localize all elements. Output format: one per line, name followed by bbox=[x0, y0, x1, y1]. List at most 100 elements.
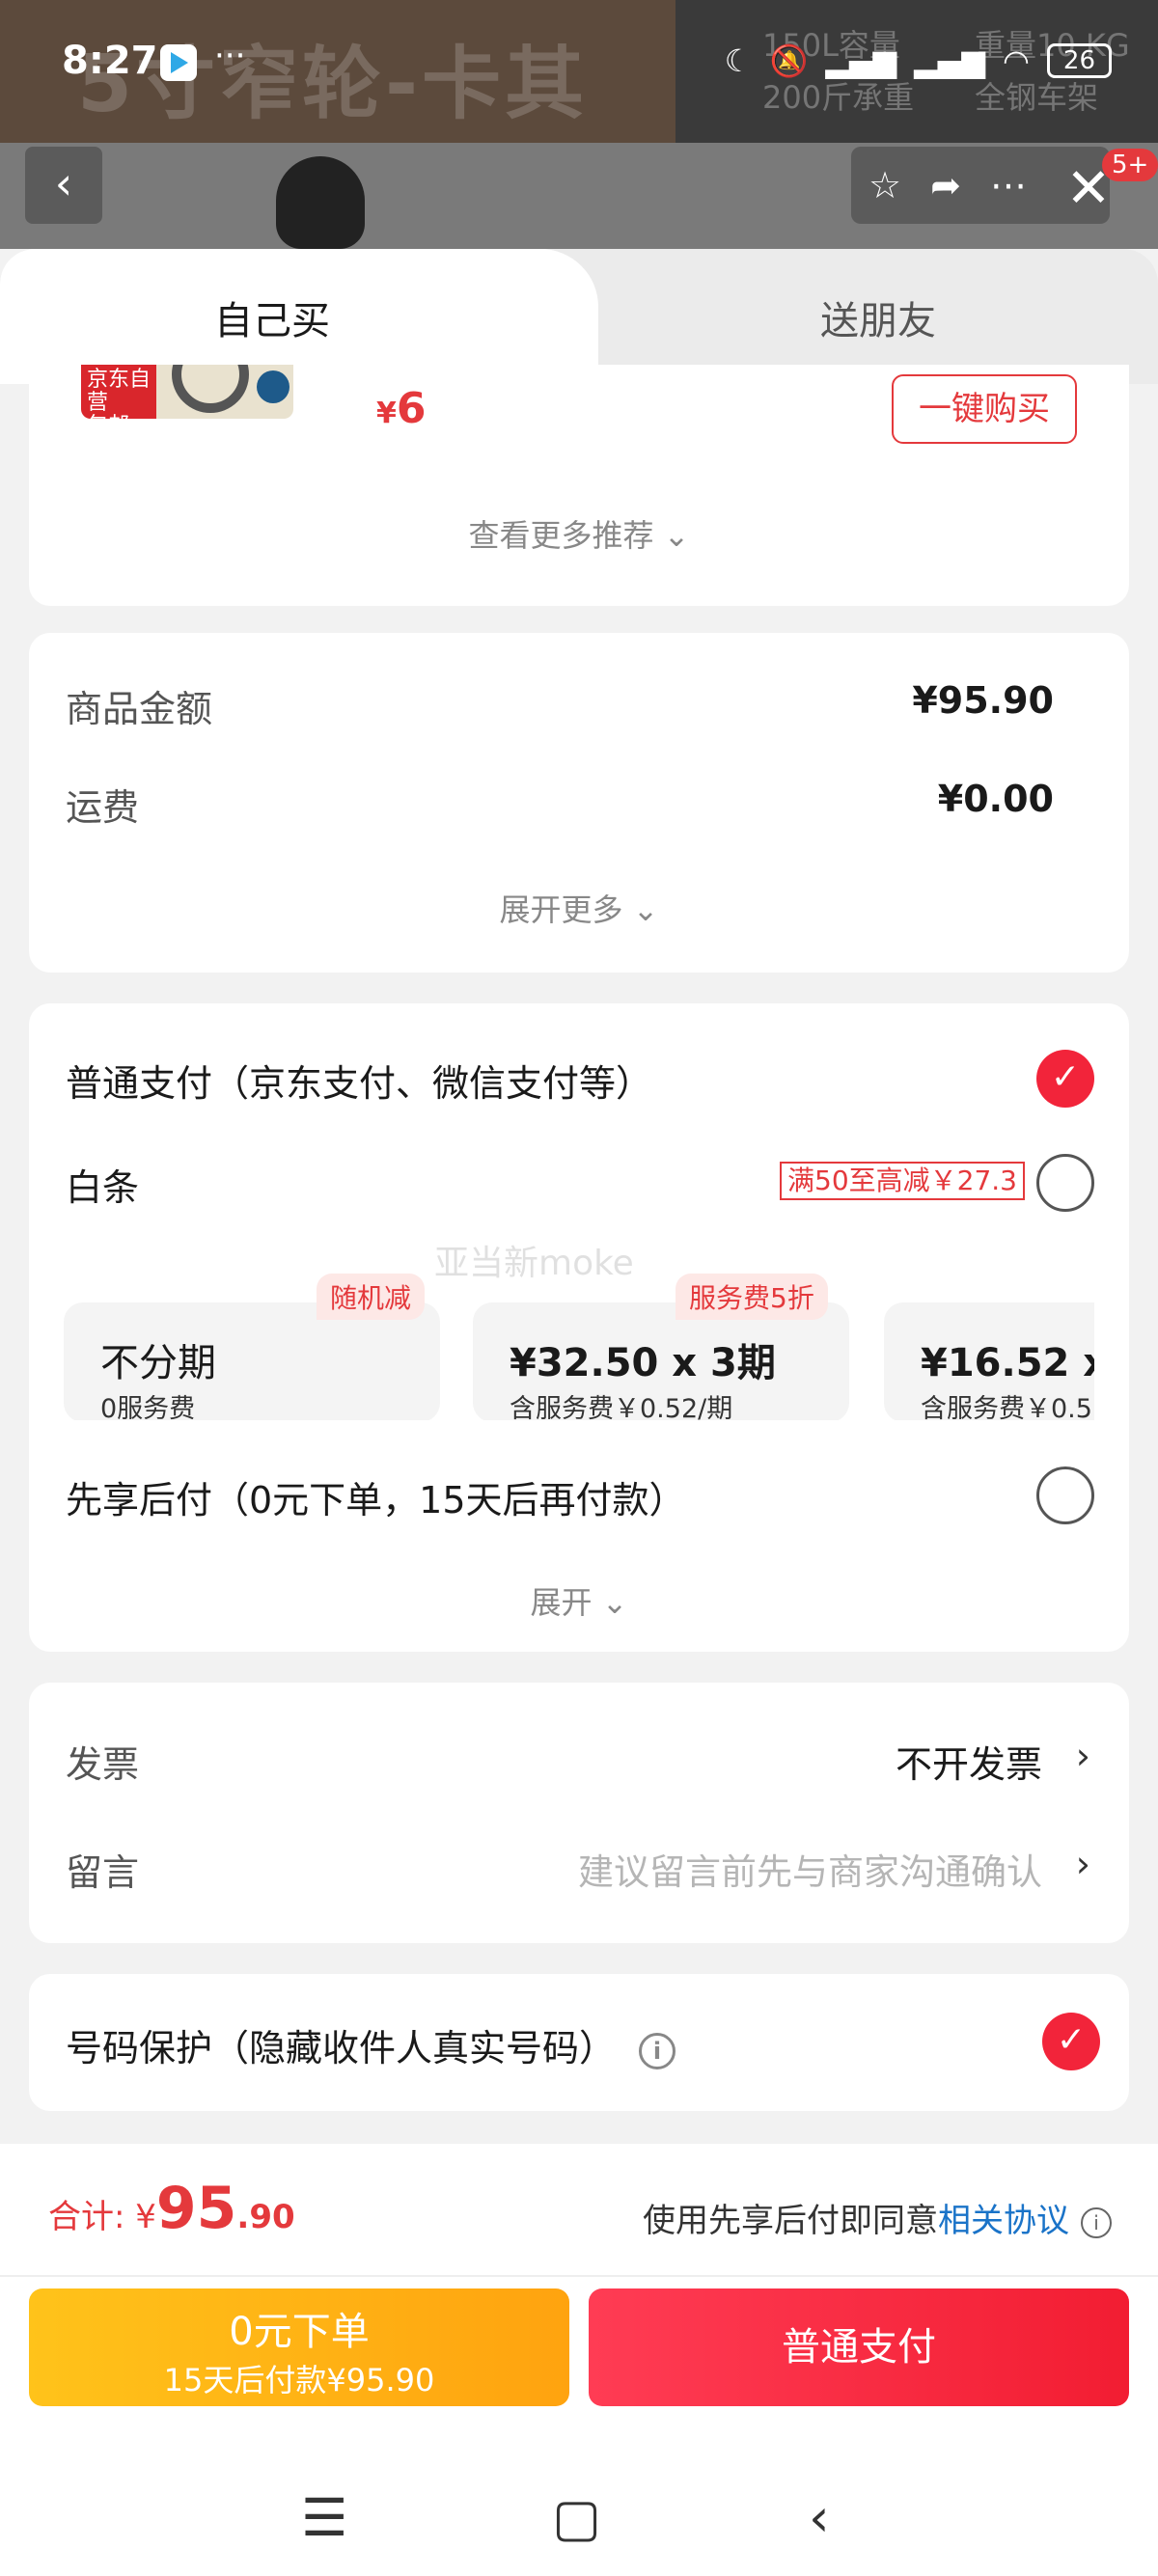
expand-more-link[interactable]: 展开更多 ⌄ bbox=[29, 886, 1129, 930]
tab-label: 自己买 bbox=[214, 299, 330, 343]
info-icon[interactable]: i bbox=[639, 2032, 676, 2069]
pay-later-title: 0元下单 bbox=[229, 2310, 370, 2354]
message-label: 留言 bbox=[66, 1851, 140, 1894]
battery-icon: 26 bbox=[1046, 43, 1112, 78]
recommend-thumbnail[interactable]: 京东自营包邮 bbox=[81, 365, 293, 419]
shipping-value: ¥0.00 bbox=[937, 778, 1054, 820]
number-protection-card: 号码保护（隐藏收件人真实号码） i ✓ bbox=[29, 1974, 1129, 2111]
agreement-link[interactable]: 相关协议 bbox=[938, 2202, 1069, 2240]
baitiao-label: 白条 bbox=[66, 1166, 140, 1209]
pay-later-subtitle: 15天后付款¥95.90 bbox=[163, 2362, 435, 2398]
invoice-value: 不开发票 bbox=[895, 1743, 1042, 1786]
plan-title: ¥16.52 x 6期 bbox=[921, 1341, 1094, 1385]
message-row[interactable]: 留言 建议留言前先与商家沟通确认 › bbox=[66, 1843, 1092, 1896]
back-icon[interactable]: ‹ bbox=[25, 147, 102, 224]
background-spec: 200斤承重 bbox=[762, 79, 915, 116]
pay-later-button[interactable]: 0元下单 15天后付款¥95.90 bbox=[29, 2288, 569, 2406]
more-icon[interactable]: ⋯ bbox=[990, 164, 1027, 206]
goods-amount-row: 商品金额 ¥95.90 bbox=[66, 679, 1092, 732]
plan-tag: 服务费5折 bbox=[676, 1274, 828, 1320]
recommend-price: ¥6 bbox=[376, 384, 427, 433]
thumb-tag: 京东自营 bbox=[87, 368, 152, 415]
total-label: 合计: ¥ bbox=[48, 2198, 156, 2236]
number-protection-row[interactable]: 号码保护（隐藏收件人真实号码） i bbox=[66, 2018, 1092, 2071]
normal-payment-checkbox[interactable]: ✓ bbox=[1036, 1050, 1094, 1108]
plan-option-no-installment[interactable]: 随机减 不分期 0服务费 bbox=[64, 1274, 440, 1420]
tab-label: 送朋友 bbox=[820, 299, 936, 343]
shipping-label: 运费 bbox=[66, 786, 140, 829]
background-spec: 全钢车架 bbox=[975, 79, 1099, 116]
thumb-tag: 包邮 bbox=[87, 414, 129, 420]
signal-icon-2: ▂▄▆ bbox=[914, 42, 985, 79]
normal-pay-button[interactable]: 普通支付 bbox=[589, 2288, 1129, 2406]
agreement-prefix: 使用先享后付即同意 bbox=[643, 2202, 938, 2240]
share-icon[interactable]: ➦ bbox=[930, 164, 961, 206]
chevron-right-icon: › bbox=[1075, 1735, 1090, 1777]
bnpl-row[interactable]: 先享后付（0元下单，15天后再付款） bbox=[66, 1470, 1092, 1523]
moon-icon: ☾ bbox=[724, 42, 753, 79]
invoice-card: 发票 不开发票 › 留言 建议留言前先与商家沟通确认 › bbox=[29, 1683, 1129, 1943]
close-icon[interactable]: ✕ bbox=[1062, 162, 1116, 216]
invoice-row[interactable]: 发票 不开发票 › bbox=[66, 1735, 1092, 1788]
price-value: 6 bbox=[396, 384, 427, 433]
home-icon[interactable]: ▢ bbox=[552, 2489, 601, 2547]
tab-self-buy[interactable]: 自己买 bbox=[0, 249, 598, 384]
status-bar: 5寸窄轮-卡其 150L容量 重量10 KG 200斤承重 全钢车架 8:27 … bbox=[0, 0, 1158, 143]
system-nav-bar: ☰ ▢ ‹ bbox=[0, 2460, 1158, 2576]
goods-amount-label: 商品金额 bbox=[66, 688, 213, 730]
normal-payment-label: 普通支付（京东支付、微信支付等） bbox=[66, 1062, 653, 1105]
amount-card: 商品金额 ¥95.90 运费 ¥0.00 展开更多 ⌄ bbox=[29, 633, 1129, 973]
quality-badge-icon bbox=[257, 370, 290, 403]
installment-plans: 随机减 不分期 0服务费 服务费5折 ¥32.50 x 3期 含服务费￥0.52… bbox=[64, 1262, 1094, 1420]
tab-bar: 送朋友 自己买 bbox=[0, 249, 1158, 384]
plan-option-6-months[interactable]: ¥16.52 x 6期 含服务费￥0.5 bbox=[884, 1302, 1094, 1420]
menu-icon[interactable]: ☰ bbox=[301, 2489, 347, 2547]
plan-tag: 随机减 bbox=[317, 1274, 426, 1320]
status-icons: ☾ 🔕 ▂▄▆ ▂▄▆ ◠ 26 bbox=[725, 42, 1112, 79]
baitiao-radio[interactable] bbox=[1036, 1154, 1094, 1212]
one-click-buy-button[interactable]: 一键购买 bbox=[892, 374, 1077, 444]
plan-title: 不分期 bbox=[100, 1341, 216, 1385]
product-image bbox=[276, 156, 365, 249]
jd-self-tag: 京东自营包邮 bbox=[81, 365, 156, 419]
shipping-row: 运费 ¥0.00 bbox=[66, 778, 1092, 831]
tab-gift[interactable]: 送朋友 bbox=[598, 249, 1158, 384]
signal-icon: ▂▄▆ bbox=[825, 42, 897, 79]
more-recommendations-link[interactable]: 查看更多推荐 ⌄ bbox=[29, 511, 1129, 556]
wifi-icon: ◠ bbox=[1002, 42, 1030, 79]
clock: 8:27 bbox=[62, 39, 158, 83]
total-price: 合计: ¥95.90 bbox=[48, 2175, 295, 2242]
bnpl-radio[interactable] bbox=[1036, 1466, 1094, 1524]
goods-amount-value: ¥95.90 bbox=[912, 679, 1054, 722]
payment-card: 普通支付（京东支付、微信支付等） ✓ 白条 满50至高减￥27.3 亚当新mok… bbox=[29, 1003, 1129, 1652]
number-protection-label: 号码保护（隐藏收件人真实号码） bbox=[66, 2027, 617, 2069]
more-notifications-icon: ··· bbox=[214, 37, 246, 75]
plan-subtitle: 0服务费 bbox=[100, 1394, 196, 1420]
baitiao-promo-badge: 满50至高减￥27.3 bbox=[780, 1162, 1025, 1200]
invoice-label: 发票 bbox=[66, 1743, 140, 1786]
agreement-text: 使用先享后付即同意相关协议 i bbox=[643, 2194, 1112, 2241]
play-store-icon bbox=[160, 44, 197, 81]
total-integer: 95 bbox=[155, 2175, 237, 2242]
mute-icon: 🔕 bbox=[769, 42, 809, 79]
divider bbox=[0, 2275, 1158, 2277]
back-nav-icon[interactable]: ‹ bbox=[809, 2489, 830, 2547]
checkout-footer: 合计: ¥95.90 使用先享后付即同意相关协议 i 0元下单 15天后付款¥95… bbox=[0, 2144, 1158, 2576]
expand-payment-link[interactable]: 展开 ⌄ bbox=[29, 1578, 1129, 1623]
info-icon[interactable]: i bbox=[1081, 2206, 1112, 2238]
plan-title: ¥32.50 x 3期 bbox=[510, 1341, 776, 1385]
favorite-star-icon[interactable]: ☆ bbox=[868, 164, 901, 206]
number-protection-checkbox[interactable]: ✓ bbox=[1042, 2013, 1100, 2070]
plan-subtitle: 含服务费￥0.52/期 bbox=[510, 1394, 733, 1420]
price-symbol: ¥ bbox=[376, 397, 397, 430]
recommendation-card: 京东自营包邮 ¥6 一键购买 查看更多推荐 ⌄ bbox=[29, 365, 1129, 606]
normal-payment-row[interactable]: 普通支付（京东支付、微信支付等） bbox=[66, 1054, 1092, 1107]
message-placeholder: 建议留言前先与商家沟通确认 bbox=[578, 1851, 1042, 1893]
background-page-header: ‹ ☆ ➦ ⋯ 5+ bbox=[0, 143, 1158, 249]
total-decimal: .90 bbox=[236, 2198, 295, 2236]
plan-option-3-months[interactable]: 服务费5折 ¥32.50 x 3期 含服务费￥0.52/期 bbox=[473, 1274, 849, 1420]
tire-image bbox=[172, 365, 249, 413]
chevron-right-icon: › bbox=[1075, 1843, 1090, 1885]
bnpl-label: 先享后付（0元下单，15天后再付款） bbox=[66, 1479, 686, 1521]
plan-subtitle: 含服务费￥0.5 bbox=[921, 1394, 1092, 1420]
